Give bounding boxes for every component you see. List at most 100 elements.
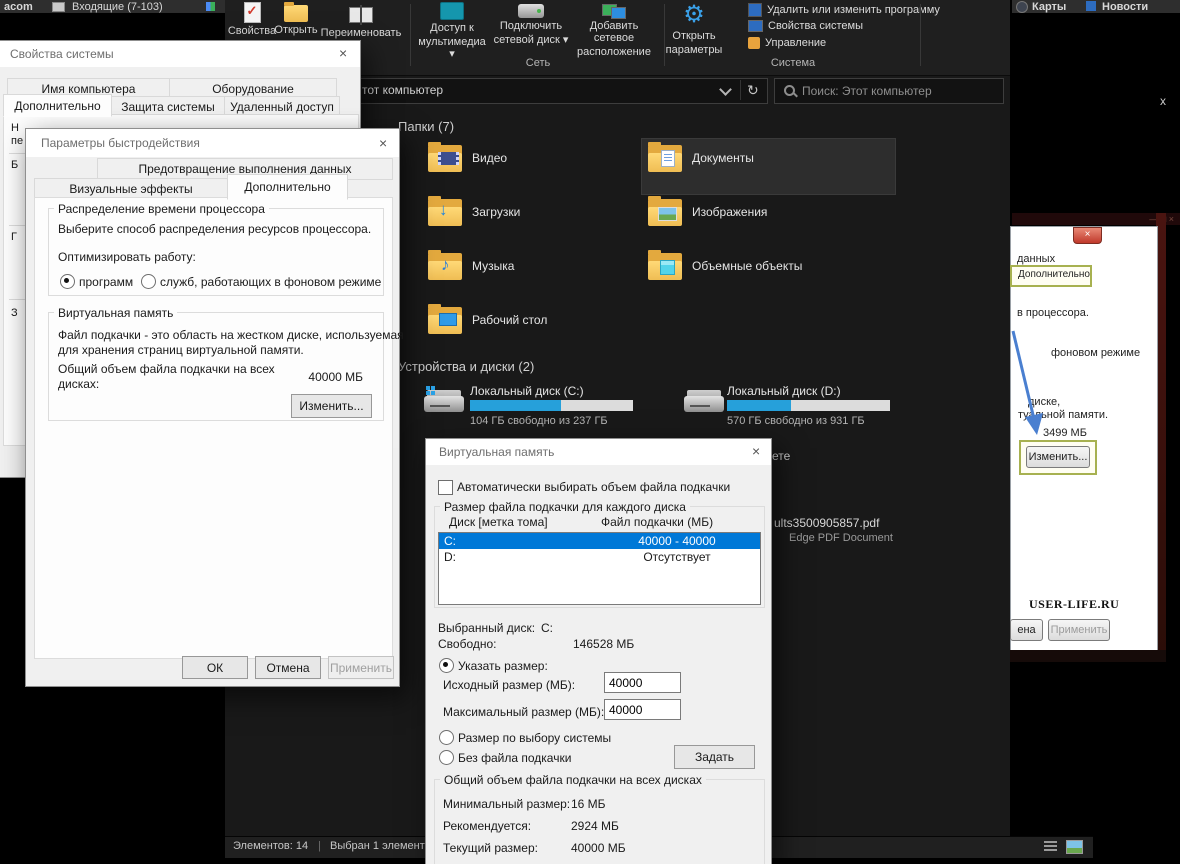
groupbox-fragment-line [9, 225, 26, 226]
list-row-d[interactable]: D: Отсутствует [439, 549, 760, 565]
admin-note-fragment-1: Н [11, 122, 19, 134]
apply-button[interactable]: Применить [328, 656, 394, 679]
drive-c-label[interactable]: Локальный диск (C:) [470, 384, 584, 398]
close-icon[interactable]: × [379, 136, 387, 150]
folder-item-pictures[interactable]: Изображения [692, 205, 767, 219]
overlay-highlight-box: Дополнительно [1010, 265, 1092, 287]
radio-background-services[interactable] [141, 274, 156, 289]
documents-folder-icon[interactable] [648, 142, 684, 172]
radio-custom-size-label[interactable]: Указать размер: [458, 659, 548, 673]
maps-label[interactable]: Карты [1032, 0, 1066, 13]
folder-item-videos[interactable]: Видео [472, 151, 507, 165]
folder-item-3d-objects[interactable]: Объемные объекты [692, 259, 802, 273]
overlay-change-button[interactable]: Изменить... [1026, 446, 1090, 468]
overlay-close-button[interactable]: × [1073, 227, 1102, 244]
ribbon-group-system-label: Система [770, 57, 816, 69]
auto-manage-checkbox[interactable] [438, 480, 453, 495]
folders-section-header[interactable]: Папки (7) [398, 119, 454, 134]
cpu-scheduling-group-label: Распределение времени процессора [54, 202, 269, 216]
system-properties-title: Свойства системы [10, 47, 114, 61]
list-row-c[interactable]: C: 40000 - 40000 [439, 533, 760, 549]
open-settings-button[interactable]: ⚙ Открыть параметры [662, 2, 726, 57]
radio-background-services-label[interactable]: служб, работающих в фоновом режиме [160, 275, 381, 289]
rename-button[interactable]: Переименовать [321, 2, 401, 39]
inbox-tab-label[interactable]: Входящие (7-103) [72, 0, 163, 13]
map-network-drive-button[interactable]: Подключить сетевой диск ▾ [492, 2, 570, 46]
change-button[interactable]: Изменить... [291, 394, 372, 418]
app-icon[interactable] [206, 2, 215, 11]
radio-no-pagefile[interactable] [439, 750, 454, 765]
radio-no-pagefile-label[interactable]: Без файла подкачки [458, 751, 571, 765]
system-properties-button[interactable]: Свойства системы [748, 20, 863, 32]
music-folder-icon[interactable]: ♪ [428, 250, 464, 280]
drive-d-label[interactable]: Локальный диск (D:) [727, 384, 841, 398]
details-view-icon[interactable] [1044, 841, 1057, 852]
pdf-file-name-fragment[interactable]: ults3500905857.pdf [774, 516, 879, 530]
pagefile-size-group-label: Размер файла подкачки для каждого диска [440, 500, 690, 514]
drive-pagefile-list[interactable]: C: 40000 - 40000 D: Отсутствует [438, 532, 761, 605]
properties-label: Свойства [227, 25, 277, 37]
auto-manage-label[interactable]: Автоматически выбирать объем файла подка… [457, 480, 730, 494]
folder-item-downloads[interactable]: Загрузки [472, 205, 520, 219]
overlay-screenshot-panel: × данных Дополнительно в процессора. фон… [1010, 226, 1158, 652]
uninstall-program-button[interactable]: Удалить или изменить программу [748, 3, 940, 17]
thumbnails-view-icon[interactable] [1066, 840, 1083, 854]
overlay-advanced-tab-fragment: Дополнительно [1018, 269, 1090, 280]
cpu-scheduling-desc: Выберите способ распределения ресурсов п… [58, 222, 372, 236]
media-access-button[interactable]: Доступ к мультимедиа ▾ [414, 2, 490, 60]
desktop-folder-icon[interactable] [428, 304, 464, 334]
music-note-icon: ♪ [441, 255, 450, 274]
open-settings-label-1: Открыть [672, 30, 716, 42]
performance-title: Параметры быстродействия [41, 136, 200, 150]
list-row-c-disk: C: [444, 534, 456, 548]
radio-system-managed[interactable] [439, 730, 454, 745]
rename-label: Переименовать [320, 27, 402, 39]
max-size-input[interactable] [604, 699, 681, 720]
stray-close-icon[interactable]: х [1160, 94, 1166, 108]
overlay-apply-button[interactable]: Применить [1048, 619, 1110, 641]
initial-size-input[interactable] [604, 672, 681, 693]
drives-section-header[interactable]: Устройства и диски (2) [398, 359, 534, 374]
tab-advanced[interactable]: Дополнительно [227, 174, 348, 200]
selected-disk-label: Выбранный диск: [438, 621, 536, 635]
folder-item-documents[interactable]: Документы [692, 151, 754, 165]
performance-options-dialog: Параметры быстродействия × Предотвращени… [25, 128, 404, 687]
refresh-icon[interactable]: ↻ [747, 82, 759, 99]
folder-item-music[interactable]: Музыка [472, 259, 514, 273]
close-icon[interactable]: × [339, 46, 347, 60]
radio-programs[interactable] [60, 274, 75, 289]
pictures-folder-icon[interactable] [648, 196, 684, 226]
properties-icon [243, 2, 261, 23]
downloads-folder-icon[interactable]: ↓ [428, 196, 464, 226]
add-network-location-button[interactable]: Добавить сетевое расположение [572, 2, 656, 58]
open-button[interactable]: Открыть [270, 2, 322, 36]
radio-custom-size[interactable] [439, 658, 454, 673]
videos-folder-icon[interactable] [428, 142, 464, 172]
manage-button[interactable]: Управление [748, 37, 826, 49]
folder-item-desktop[interactable]: Рабочий стол [472, 313, 547, 327]
tab-advanced[interactable]: Дополнительно [3, 94, 112, 117]
network-drive-icon [518, 4, 544, 18]
3d-objects-folder-icon[interactable] [648, 250, 684, 280]
drive-d-info: 570 ГБ свободно из 931 ГБ [727, 415, 865, 427]
media-access-icon [440, 2, 464, 20]
group-fragment-letter: З [11, 307, 18, 319]
overlay-photo-bottom [1010, 650, 1166, 662]
set-button[interactable]: Задать [674, 745, 755, 769]
drive-c-icon[interactable] [424, 386, 466, 418]
radio-programs-label[interactable]: программ [79, 275, 133, 289]
app-fragment-label[interactable]: acom [4, 0, 33, 13]
drive-d-icon[interactable] [684, 386, 726, 418]
radio-system-managed-label[interactable]: Размер по выбору системы [458, 731, 611, 745]
news-label[interactable]: Новости [1102, 0, 1148, 13]
overlay-cancel-button-fragment[interactable]: ена [1010, 619, 1043, 641]
address-path: тот компьютер [362, 83, 444, 97]
ok-button[interactable]: ОК [182, 656, 248, 679]
close-icon[interactable]: × [752, 444, 760, 458]
cancel-button[interactable]: Отмена [255, 656, 321, 679]
map-drive-label-2: сетевой диск ▾ [493, 34, 569, 46]
recommended-value: 2924 МБ [571, 819, 619, 833]
optimize-label: Оптимизировать работу: [58, 250, 196, 264]
pagefile-total-line2: дисках: [58, 377, 100, 391]
open-label: Открыть [274, 24, 318, 36]
